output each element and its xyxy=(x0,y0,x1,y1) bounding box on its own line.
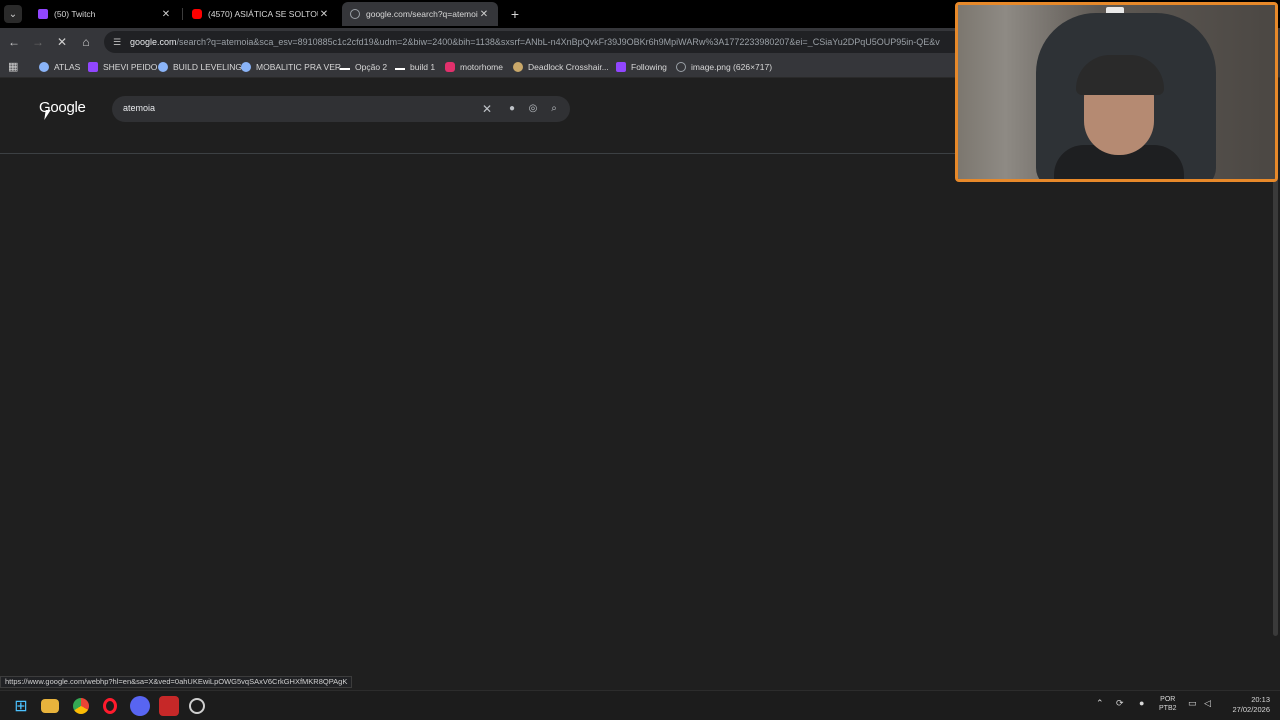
bookmark-following[interactable]: Following xyxy=(616,59,667,75)
globe-icon xyxy=(676,62,686,72)
clock-date: 27/02/2026 xyxy=(1232,705,1270,714)
tab-google-search[interactable]: google.com/search?q=atemoia ✕ xyxy=(342,2,498,26)
clear-icon[interactable]: ✕ xyxy=(479,101,495,117)
new-tab-button[interactable]: + xyxy=(506,5,524,23)
twitch-icon xyxy=(616,62,626,72)
volume-icon[interactable]: ◁ xyxy=(1204,698,1211,709)
microphone-tray-icon[interactable]: ● xyxy=(1139,698,1144,708)
file-explorer-icon[interactable] xyxy=(41,699,59,713)
bookmark-build-1[interactable]: build 1 xyxy=(395,59,435,75)
stop-loading-icon[interactable]: ✕ xyxy=(54,34,70,50)
address-bar[interactable]: ☰ google.com/search?q=atemoia&sca_esv=89… xyxy=(104,31,964,53)
bookmark-label: Opção 2 xyxy=(355,62,388,72)
forward-arrow-icon[interactable]: → xyxy=(30,34,46,50)
language-code: POR xyxy=(1160,696,1176,703)
discord-icon[interactable] xyxy=(130,696,150,716)
link-status-bubble: https://www.google.com/webhp?hl=en&sa=X&… xyxy=(0,676,353,688)
close-icon[interactable]: ✕ xyxy=(318,9,330,20)
close-icon[interactable]: ✕ xyxy=(478,9,490,20)
bookmark-icon xyxy=(39,62,49,72)
tab-youtube[interactable]: (4570) ASIÁTICA SE SOLTOU E N ✕ xyxy=(184,2,338,26)
twitch-icon xyxy=(38,9,48,19)
tab-separator xyxy=(182,8,183,20)
keyboard-layout: PTB2 xyxy=(1159,705,1177,712)
webcam-overlay xyxy=(955,2,1278,182)
tab-title: (4570) ASIÁTICA SE SOLTOU E N xyxy=(208,9,318,19)
home-icon[interactable]: ⌂ xyxy=(78,34,94,50)
bookmark-icon xyxy=(395,64,405,70)
bookmark-label: MOBALITIC PRA VER xyxy=(256,62,342,72)
bookmark-icon xyxy=(340,64,350,70)
close-icon[interactable]: ✕ xyxy=(160,9,172,20)
bookmark-shevi-peido[interactable]: SHEVI PEIDO xyxy=(88,59,157,75)
microphone-icon[interactable]: ● xyxy=(504,101,520,117)
chrome-icon[interactable] xyxy=(71,696,91,716)
tab-title: (50) Twitch xyxy=(54,9,96,19)
address-bar-url: google.com/search?q=atemoia&sca_esv=8910… xyxy=(130,37,940,47)
instagram-icon xyxy=(445,62,455,72)
bookmark-atlas[interactable]: ATLAS xyxy=(39,59,80,75)
url-path: /search?q=atemoia&sca_esv=8910885c1c2cfd… xyxy=(176,37,940,47)
bookmark-label: motorhome xyxy=(460,62,503,72)
system-clock[interactable]: 20:13 27/02/2026 xyxy=(1224,695,1270,715)
input-language-indicator[interactable]: POR PTB2 xyxy=(1159,695,1177,713)
search-input[interactable]: atemoia xyxy=(123,103,155,113)
bookmark-opcao-2[interactable]: Opção 2 xyxy=(340,59,387,75)
bookmark-label: Following xyxy=(631,62,667,72)
bookmark-label: image.png (626×717) xyxy=(691,62,773,72)
opera-icon[interactable] xyxy=(100,696,120,716)
network-icon[interactable]: ▭ xyxy=(1188,698,1197,709)
clock-time: 20:13 xyxy=(1251,695,1270,704)
search-box[interactable]: atemoia ✕ ● ◎ ⌕ xyxy=(112,96,570,122)
mouse-cursor-icon xyxy=(44,110,51,120)
bookmark-label: SHEVI PEIDO xyxy=(103,62,158,72)
lens-camera-icon[interactable]: ◎ xyxy=(525,101,541,117)
bookmark-motorhome[interactable]: motorhome xyxy=(445,59,503,75)
bookmark-icon xyxy=(241,62,251,72)
bookmark-label: Deadlock Crosshair... xyxy=(528,62,609,72)
windows-taskbar: ⊞ ⌃ ⟳ ● POR PTB2 ▭ ◁ 20:13 27/02/2026 xyxy=(0,690,1280,720)
windows-start-icon[interactable]: ⊞ xyxy=(11,696,31,716)
bookmark-label: BUILD LEVELING xyxy=(173,62,242,72)
tab-title: google.com/search?q=atemoia xyxy=(366,9,478,19)
screen: ⌄ (50) Twitch ✕ (4570) ASIÁTICA SE SOLTO… xyxy=(0,0,1280,720)
apps-grid-icon[interactable]: ▦ xyxy=(8,61,20,73)
twitch-icon xyxy=(88,62,98,72)
bookmark-mobalitic[interactable]: MOBALITIC PRA VER xyxy=(241,59,341,75)
loading-globe-icon xyxy=(350,9,360,19)
search-icon[interactable]: ⌕ xyxy=(546,101,562,117)
bookmark-icon xyxy=(513,62,523,72)
settings-app-icon[interactable] xyxy=(189,698,205,714)
youtube-icon xyxy=(192,9,202,19)
bookmark-image-png[interactable]: image.png (626×717) xyxy=(676,59,772,75)
bookmark-icon xyxy=(158,62,168,72)
sync-icon[interactable]: ⟳ xyxy=(1116,698,1124,709)
bookmark-build-leveling[interactable]: BUILD LEVELING xyxy=(158,59,242,75)
tab-twitch[interactable]: (50) Twitch ✕ xyxy=(30,2,180,26)
show-hidden-icons-chevron-icon[interactable]: ⌃ xyxy=(1096,698,1104,709)
app-icon[interactable] xyxy=(159,696,179,716)
bookmark-deadlock-crosshair[interactable]: Deadlock Crosshair... xyxy=(513,59,609,75)
header-divider xyxy=(0,153,956,154)
bookmark-label: build 1 xyxy=(410,62,436,72)
back-arrow-icon[interactable]: ← xyxy=(6,34,22,50)
site-info-icon[interactable]: ☰ xyxy=(110,37,124,48)
tab-search-chevron-icon[interactable]: ⌄ xyxy=(4,5,22,23)
url-host: google.com xyxy=(130,37,177,47)
bookmark-label: ATLAS xyxy=(54,62,81,72)
